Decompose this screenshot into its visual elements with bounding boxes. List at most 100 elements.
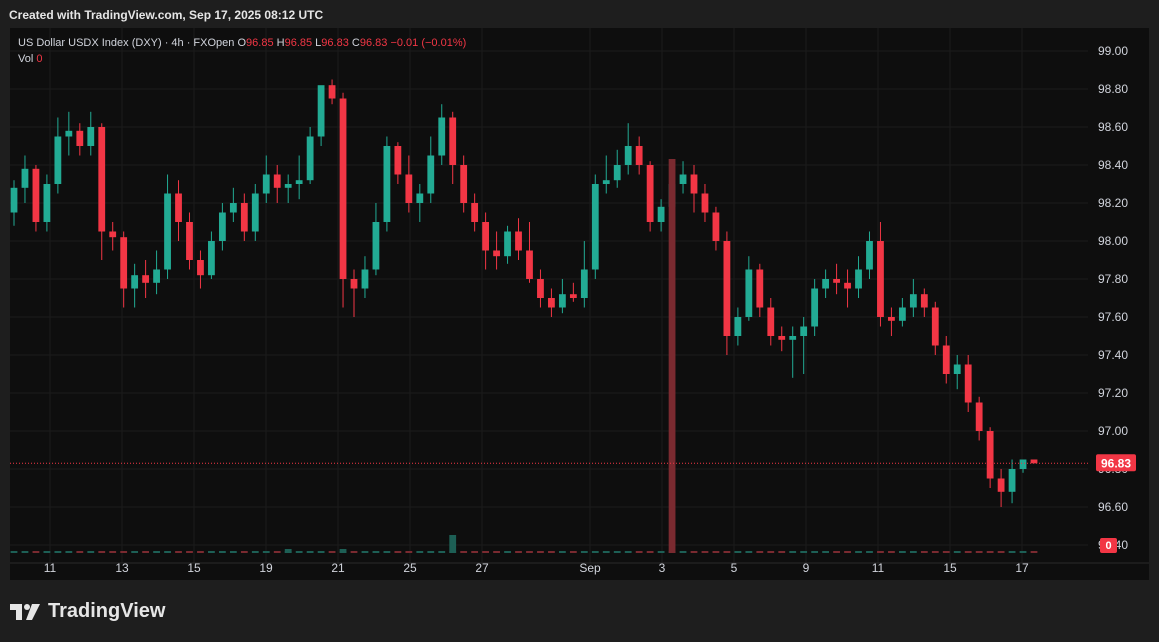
volume-bar — [405, 551, 413, 553]
candle-body — [997, 478, 1005, 492]
x-tick-label: 11 — [872, 561, 885, 575]
candle-body — [262, 174, 270, 194]
candle-body — [218, 212, 226, 241]
y-tick-label: 97.40 — [1098, 348, 1128, 362]
volume-bar — [964, 551, 972, 553]
volume-bar — [427, 551, 435, 553]
candle-body — [723, 241, 731, 336]
candle-body — [120, 237, 128, 289]
change-value: −0.01 (−0.01%) — [390, 37, 467, 49]
volume-bar — [251, 551, 259, 553]
candle-body — [920, 294, 928, 308]
volume-bar — [613, 551, 621, 553]
volume-bar — [635, 551, 643, 553]
candle-body — [756, 269, 764, 308]
volume-bar — [526, 551, 533, 553]
volume-bar — [975, 551, 983, 553]
vol-value: 0 — [36, 53, 43, 65]
candle-body — [789, 336, 797, 340]
candle-body — [986, 431, 994, 479]
volume-bar — [866, 551, 873, 553]
volume-bar — [909, 551, 917, 553]
candle-body — [569, 294, 577, 298]
vol-badge: 0 — [1105, 540, 1111, 552]
volume-bar — [482, 551, 490, 553]
candle-body — [65, 130, 73, 137]
candle-body — [877, 241, 884, 317]
candle-body — [909, 294, 917, 308]
volume-bar — [811, 551, 819, 553]
volume-bar — [1019, 551, 1027, 553]
volume-bar — [734, 551, 742, 553]
candle-body — [504, 231, 511, 257]
candle-body — [54, 136, 62, 184]
close-label: C — [351, 37, 360, 49]
candle-body — [602, 180, 610, 184]
candle-body — [712, 212, 720, 241]
volume-bar — [339, 549, 347, 553]
candle-body — [76, 130, 84, 146]
candle-body — [526, 250, 533, 279]
candle-body — [98, 127, 106, 232]
x-tick-label: 11 — [44, 561, 57, 575]
open-value: 96.85 — [246, 37, 274, 49]
candle-body — [405, 174, 413, 203]
volume-bar — [986, 551, 994, 553]
volume-bar — [745, 551, 753, 553]
top-bar: Created with TradingView.com, Sep 17, 20… — [0, 0, 1159, 28]
candle-body — [208, 241, 215, 276]
volume-bar — [208, 551, 215, 553]
legend-volume-row: Vol 0 — [18, 51, 466, 67]
volume-bar — [953, 551, 961, 553]
chart-svg[interactable]: 99.00 98.80 98.60 98.40 98.20 98.00 97.80 97.60… — [10, 28, 1149, 580]
volume-bar — [394, 551, 402, 553]
x-tick-label: 15 — [187, 561, 201, 575]
volume-bar — [32, 551, 40, 553]
volume-bar — [997, 551, 1005, 553]
volume-bar — [723, 551, 731, 553]
chart-panel[interactable]: 99.00 98.80 98.60 98.40 98.20 98.00 97.80 97.60… — [10, 28, 1149, 580]
volume-bar — [537, 551, 544, 553]
volume-bar — [186, 551, 193, 553]
tradingview-logo-icon — [10, 603, 40, 620]
volume-bar — [569, 551, 577, 553]
candle-body — [273, 174, 281, 188]
tradingview-logo[interactable]: TradingView — [10, 600, 165, 623]
volume-bar — [602, 551, 610, 553]
created-with-label: Created with TradingView.com, Sep 17, 20… — [9, 8, 324, 22]
volume-bar — [789, 551, 797, 553]
legend-ohlc-row: US Dollar USDX Index (DXY) · 4h · FXOpen… — [18, 35, 466, 51]
candle-body — [306, 136, 314, 181]
volume-bar — [120, 551, 128, 553]
candle-body — [635, 146, 643, 165]
candle-body — [778, 336, 786, 340]
volume-bar — [591, 551, 599, 553]
y-tick-label: 96.60 — [1098, 500, 1128, 514]
y-tick-label: 98.80 — [1098, 82, 1128, 96]
volume-bar — [504, 551, 511, 553]
candle-body — [537, 279, 544, 298]
volume-bar — [306, 551, 314, 553]
candle-body — [942, 345, 950, 374]
candle-body — [515, 231, 522, 251]
volume-bar — [109, 551, 117, 553]
symbol-title: US Dollar USDX Index (DXY) · 4h · FXOpen — [18, 37, 235, 49]
candle-body — [558, 294, 566, 308]
candle-body — [87, 127, 95, 146]
candle-body — [734, 317, 742, 336]
candle-body — [284, 184, 292, 188]
candle-body — [953, 364, 961, 374]
y-tick-label: 98.40 — [1098, 158, 1128, 172]
candle-body — [460, 165, 468, 203]
volume-bar — [328, 551, 336, 553]
candle-body — [975, 402, 983, 431]
candle-body — [383, 146, 391, 222]
volume-bar — [624, 551, 632, 553]
candle-body — [164, 193, 171, 270]
x-tick-label: 17 — [1015, 561, 1029, 575]
volume-bar — [877, 551, 884, 553]
volume-bar — [449, 535, 457, 553]
y-tick-label: 98.60 — [1098, 120, 1128, 134]
volume-bar — [931, 551, 939, 553]
volume-bar — [87, 551, 95, 553]
